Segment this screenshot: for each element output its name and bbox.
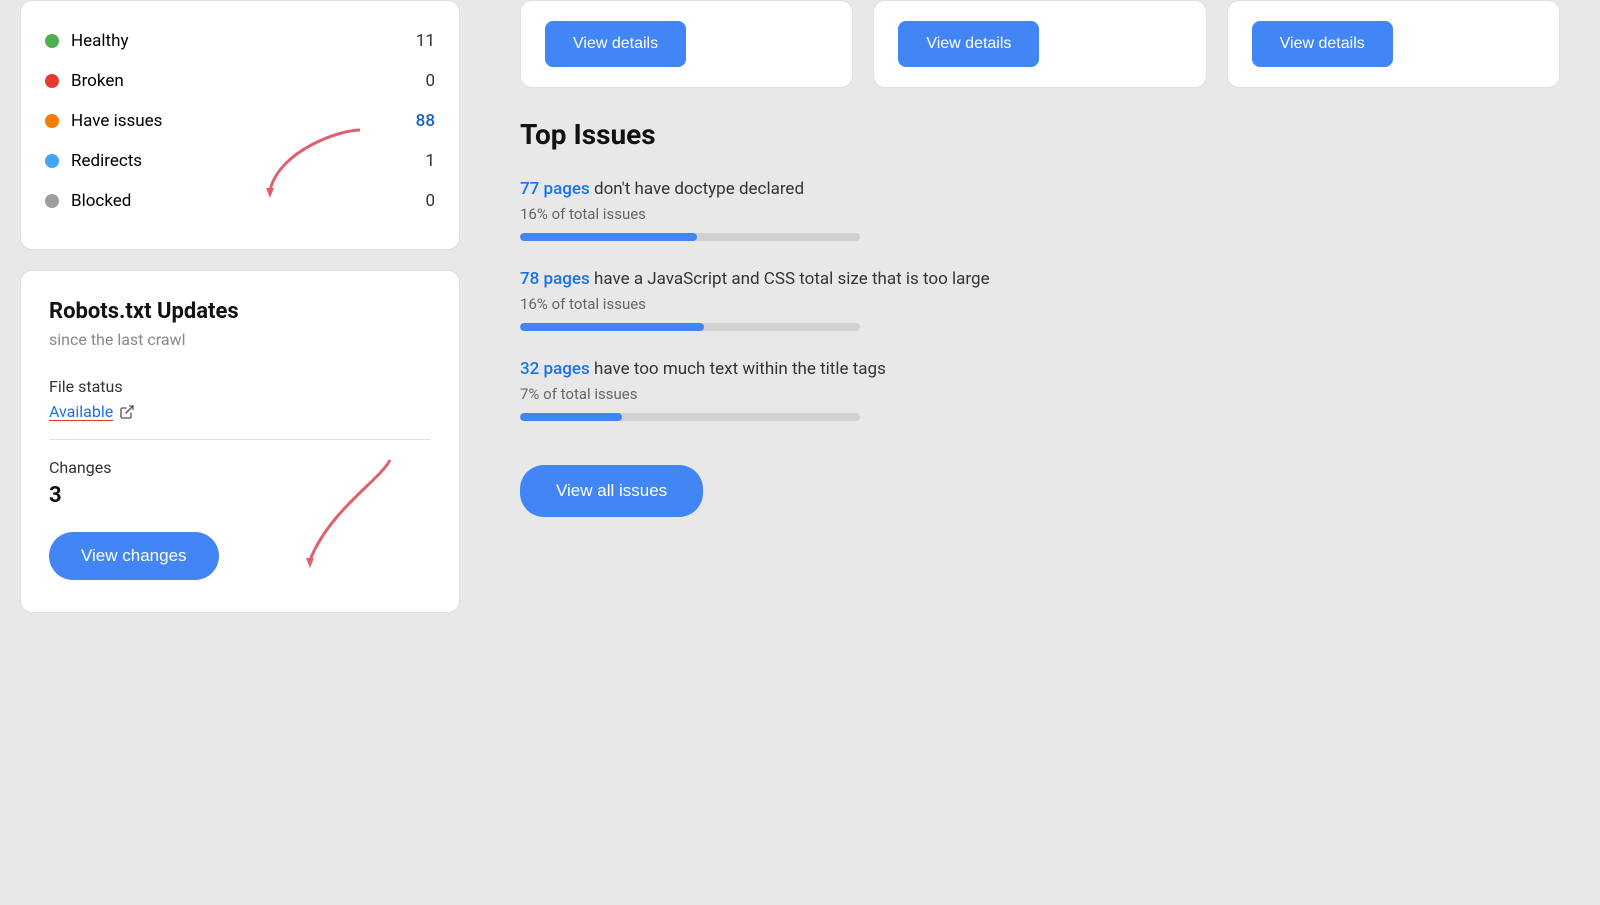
- progress-bar-fill-3: [520, 413, 622, 421]
- status-item-broken: Broken 0: [45, 61, 435, 101]
- right-panel: View details View details View details T…: [480, 0, 1600, 905]
- progress-bar-fill-2: [520, 323, 704, 331]
- status-label-issues: Have issues: [71, 111, 162, 131]
- issue-item-3: 32 pages have too much text within the t…: [520, 359, 1560, 421]
- issue-link-2[interactable]: 78 pages: [520, 269, 590, 289]
- external-link-icon: [119, 404, 135, 420]
- issue-rest-2: have a JavaScript and CSS total size tha…: [590, 269, 990, 289]
- status-count-broken: 0: [425, 71, 435, 91]
- status-label-redirects: Redirects: [71, 151, 142, 171]
- status-count-issues: 88: [416, 111, 435, 131]
- progress-bar-bg-3: [520, 413, 860, 421]
- arrow-annotation-2: [290, 450, 410, 570]
- status-item-healthy: Healthy 11: [45, 21, 435, 61]
- dot-issues: [45, 114, 59, 128]
- status-count-healthy: 11: [416, 31, 435, 51]
- issue-percent-2: 16% of total issues: [520, 295, 1560, 313]
- view-details-button-2[interactable]: View details: [898, 21, 1039, 67]
- progress-bar-bg-1: [520, 233, 860, 241]
- dot-redirects: [45, 154, 59, 168]
- status-count-blocked: 0: [425, 191, 435, 211]
- view-details-button-1[interactable]: View details: [545, 21, 686, 67]
- view-details-row: View details View details View details: [520, 0, 1560, 88]
- status-count-redirects: 1: [425, 151, 435, 171]
- top-issues-title: Top Issues: [520, 118, 1560, 151]
- robots-title: Robots.txt Updates: [49, 299, 431, 324]
- issue-rest-3: have too much text within the title tags: [590, 359, 886, 379]
- issue-item-2: 78 pages have a JavaScript and CSS total…: [520, 269, 1560, 331]
- issue-text-3: 32 pages have too much text within the t…: [520, 359, 1560, 379]
- issue-link-1[interactable]: 77 pages: [520, 179, 590, 199]
- view-all-issues-button[interactable]: View all issues: [520, 465, 703, 517]
- file-status-label: File status: [49, 377, 431, 396]
- issue-percent-3: 7% of total issues: [520, 385, 1560, 403]
- issue-item-1: 77 pages don't have doctype declared 16%…: [520, 179, 1560, 241]
- file-status-value[interactable]: Available: [49, 402, 431, 421]
- issue-text-2: 78 pages have a JavaScript and CSS total…: [520, 269, 1560, 289]
- status-card: Healthy 11 Broken 0 Have issues 88: [20, 0, 460, 250]
- issue-percent-1: 16% of total issues: [520, 205, 1560, 223]
- dot-broken: [45, 74, 59, 88]
- issue-text-1: 77 pages don't have doctype declared: [520, 179, 1560, 199]
- arrow-annotation-1: [260, 120, 380, 200]
- dot-blocked: [45, 194, 59, 208]
- view-details-button-3[interactable]: View details: [1252, 21, 1393, 67]
- dot-healthy: [45, 34, 59, 48]
- status-label-blocked: Blocked: [71, 191, 131, 211]
- divider: [49, 439, 431, 440]
- progress-bar-fill-1: [520, 233, 697, 241]
- view-details-card-3: View details: [1227, 0, 1560, 88]
- robots-subtitle: since the last crawl: [49, 330, 431, 349]
- issue-link-3[interactable]: 32 pages: [520, 359, 590, 379]
- view-details-card-2: View details: [873, 0, 1206, 88]
- status-label-broken: Broken: [71, 71, 124, 91]
- issue-rest-1: don't have doctype declared: [590, 179, 804, 199]
- view-changes-button[interactable]: View changes: [49, 532, 219, 580]
- view-details-card-1: View details: [520, 0, 853, 88]
- top-issues-section: Top Issues 77 pages don't have doctype d…: [520, 118, 1560, 865]
- status-label-healthy: Healthy: [71, 31, 129, 51]
- progress-bar-bg-2: [520, 323, 860, 331]
